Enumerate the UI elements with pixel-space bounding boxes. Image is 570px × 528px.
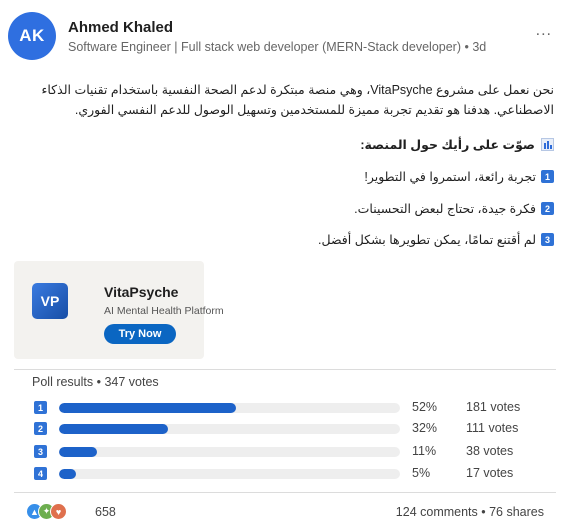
- result-votes: 38 votes: [466, 444, 514, 458]
- number-1-icon: 1: [34, 401, 47, 414]
- author-headline: Software Engineer | Full stack web devel…: [68, 40, 487, 54]
- result-bar-fill: [59, 403, 237, 413]
- result-bar-track: [59, 424, 400, 434]
- poll-result-row: 2 32% 111 votes: [32, 419, 554, 439]
- result-bar-fill: [59, 469, 77, 479]
- card-title: VitaPsyche: [104, 284, 179, 300]
- number-3-icon: 3: [541, 233, 554, 246]
- result-bar-fill: [59, 424, 169, 434]
- social-counts: ▲ ✦ ♥ 658 124 comments • 76 shares: [26, 502, 546, 524]
- author-name[interactable]: Ahmed Khaled: [68, 19, 173, 36]
- number-2-icon: 2: [34, 422, 47, 435]
- result-votes: 181 votes: [466, 400, 521, 414]
- poll-result-row: 4 5% 17 votes: [32, 464, 554, 484]
- more-options-icon[interactable]: ...: [536, 22, 552, 40]
- divider: [14, 369, 556, 370]
- reaction-icons[interactable]: ▲ ✦ ♥: [26, 503, 67, 520]
- number-1-icon: 1: [541, 170, 554, 183]
- result-percent: 52%: [412, 400, 438, 414]
- result-bar-track: [59, 447, 400, 457]
- try-now-button[interactable]: Try Now: [104, 324, 176, 344]
- poll-intro-text: صوّت على رأيك حول المنصة:: [360, 138, 535, 152]
- poll-result-row: 1 52% 181 votes: [32, 398, 554, 418]
- poll-results-header: Poll results • 347 votes: [32, 375, 159, 389]
- number-3-icon: 3: [34, 445, 47, 458]
- poll-option-3: 3 لم أقتنع تمامًا، يمكن تطويرها بشكل أفض…: [318, 232, 554, 247]
- result-votes: 111 votes: [466, 421, 519, 435]
- poll-option-text: فكرة جيدة، تحتاج لبعض التحسينات.: [354, 202, 536, 216]
- poll-option-text: تجربة رائعة، استمروا في التطوير!: [364, 170, 536, 184]
- result-bar-track: [59, 403, 400, 413]
- poll-option-text: لم أقتنع تمامًا، يمكن تطويرها بشكل أفضل.: [318, 233, 536, 247]
- poll-option-2: 2 فكرة جيدة، تحتاج لبعض التحسينات.: [354, 201, 554, 216]
- vitapsyche-card[interactable]: VP VitaPsyche AI Mental Health Platform …: [14, 261, 224, 359]
- avatar[interactable]: AK: [8, 12, 56, 60]
- poll-intro: صوّت على رأيك حول المنصة:: [360, 137, 554, 152]
- vitapsyche-logo: VP: [32, 283, 68, 319]
- result-percent: 5%: [412, 466, 431, 480]
- result-bar-track: [59, 469, 400, 479]
- number-2-icon: 2: [541, 202, 554, 215]
- result-bar-fill: [59, 447, 97, 457]
- result-percent: 11%: [412, 444, 437, 458]
- card-subtitle: AI Mental Health Platform: [104, 305, 224, 317]
- post-header: AK Ahmed Khaled Software Engineer | Full…: [8, 10, 562, 60]
- post-body: نحن نعمل على مشروع VitaPsyche، وهي منصة …: [41, 83, 555, 117]
- bar-chart-icon: [541, 138, 554, 151]
- love-icon: ♥: [50, 503, 67, 520]
- number-4-icon: 4: [34, 467, 47, 480]
- divider: [14, 492, 556, 493]
- result-percent: 32%: [412, 421, 438, 435]
- poll-option-1: 1 تجربة رائعة، استمروا في التطوير!: [364, 169, 554, 184]
- result-votes: 17 votes: [466, 466, 514, 480]
- comments-shares[interactable]: 124 comments • 76 shares: [396, 505, 544, 519]
- poll-result-row: 3 11% 38 votes: [32, 442, 554, 462]
- reaction-count[interactable]: 658: [95, 505, 116, 519]
